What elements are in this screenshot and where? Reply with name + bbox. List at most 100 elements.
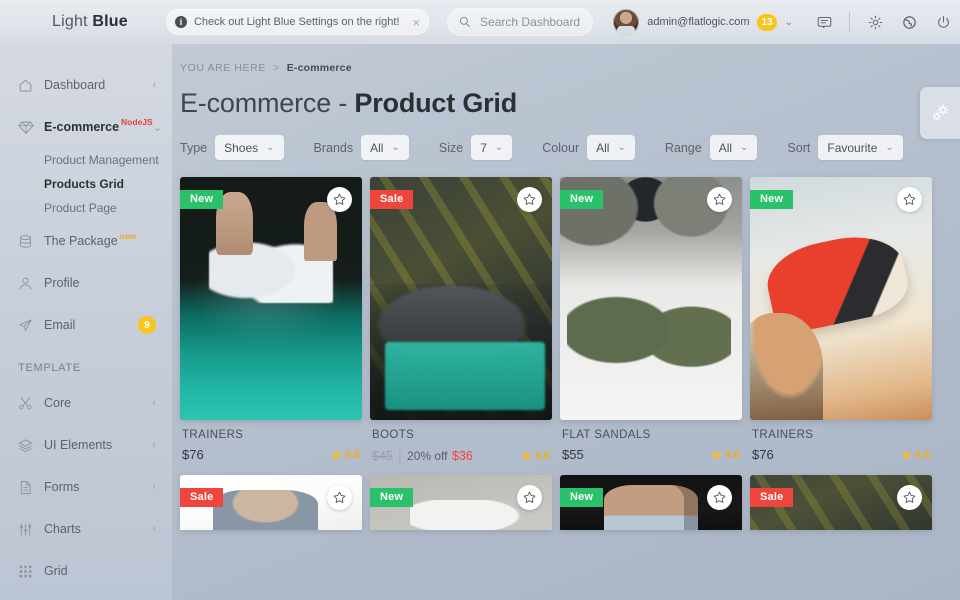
product-card[interactable]: Sale BOOTS $45 | 20% off $36 ★ 4.6 (370, 177, 552, 465)
product-card[interactable]: New TRAINERS $76 ★ 4.6 (180, 177, 362, 465)
settings-panel-toggle[interactable] (920, 87, 960, 139)
favourite-button[interactable] (327, 187, 352, 212)
chevron-left-icon: ‹ (152, 439, 156, 451)
filter-label: Brands (313, 140, 354, 155)
filter-value: All (596, 140, 610, 155)
sidebar: Dashboard ‹ E-commerce NodeJS ⌄ Product … (0, 44, 172, 600)
product-card[interactable]: Sale (750, 475, 932, 530)
breadcrumb-prefix: YOU ARE HERE (180, 62, 266, 74)
favourite-button[interactable] (517, 187, 542, 212)
page-title-bold: Product Grid (354, 88, 518, 118)
info-icon: i (174, 16, 187, 28)
breadcrumb-current[interactable]: E-commerce (287, 62, 352, 74)
chevron-down-icon: ⌄ (617, 142, 626, 153)
search-box[interactable] (447, 8, 594, 36)
sidebar-item-label: Profile (44, 276, 80, 290)
filter-colour-select[interactable]: All ⌄ (587, 135, 635, 160)
product-price-row: $55 ★ 4.6 (562, 447, 740, 462)
chart-icon (18, 522, 44, 537)
sidebar-item-forms[interactable]: Forms ‹ (0, 466, 172, 508)
search-input[interactable] (480, 15, 582, 29)
file-icon (18, 480, 44, 495)
product-photo (180, 177, 362, 420)
page-title: E-commerce - Product Grid (180, 88, 938, 119)
favourite-button[interactable] (707, 187, 732, 212)
power-icon[interactable] (926, 5, 960, 39)
rating-value: 4.6 (344, 448, 360, 461)
filter-brands: Brands All ⌄ (314, 135, 409, 160)
filter-brands-select[interactable]: All ⌄ (361, 135, 409, 160)
product-image[interactable]: New (750, 177, 932, 420)
rating-value: 4.6 (534, 450, 550, 462)
home-icon (18, 78, 44, 93)
filter-size-select[interactable]: 7 ⌄ (471, 135, 513, 160)
product-image[interactable]: New (560, 177, 742, 420)
sidebar-subitem-product-management[interactable]: Product Management (0, 148, 172, 172)
sidebar-item-profile[interactable]: Profile (0, 262, 172, 304)
grid-icon (18, 564, 44, 579)
favourite-button[interactable] (707, 485, 732, 510)
rating-value: 4.6 (914, 448, 930, 461)
sidebar-item-the-package[interactable]: The Package new (0, 220, 172, 262)
product-image[interactable]: New (180, 177, 362, 420)
favourite-button[interactable] (517, 485, 542, 510)
chevron-down-icon: ⌄ (494, 142, 504, 153)
sidebar-item-core[interactable]: Core ‹ (0, 382, 172, 424)
sidebar-item-ecommerce[interactable]: E-commerce NodeJS ⌄ (0, 106, 172, 148)
settings-notice-pill[interactable]: i Check out Light Blue Settings on the r… (165, 9, 430, 35)
product-meta: TRAINERS $76 ★ 4.6 (180, 420, 362, 462)
product-card[interactable]: Sale (180, 475, 362, 530)
filter-label: Size (438, 140, 464, 155)
gear-icon[interactable] (858, 5, 892, 39)
user-menu[interactable]: admin@flatlogic.com 13 ⌄ (613, 9, 793, 35)
close-icon[interactable]: × (412, 16, 420, 29)
product-card[interactable]: New (370, 475, 552, 530)
globe-icon[interactable] (892, 5, 926, 39)
filter-label: Type (180, 140, 208, 155)
favourite-button[interactable] (897, 187, 922, 212)
favourite-button[interactable] (327, 485, 352, 510)
product-meta: BOOTS $45 | 20% off $36 ★ 4.6 (370, 420, 552, 465)
chevron-left-icon: ‹ (152, 481, 156, 493)
sidebar-item-dashboard[interactable]: Dashboard ‹ (0, 64, 172, 106)
filter-range-select[interactable]: All ⌄ (709, 135, 758, 160)
star-icon (523, 491, 536, 503)
sidebar-item-label: Email (44, 318, 76, 332)
sidebar-item-ui-elements[interactable]: UI Elements ‹ (0, 424, 172, 466)
product-name: TRAINERS (182, 429, 244, 441)
product-name: TRAINERS (752, 429, 814, 441)
product-name: FLAT SANDALS (562, 429, 651, 441)
product-image[interactable]: Sale (750, 475, 932, 530)
app-window: Light Blue i Check out Light Blue Settin… (0, 0, 960, 600)
product-image[interactable]: New (560, 475, 742, 530)
product-card[interactable]: New FLAT SANDALS $55 ★ 4.6 (560, 177, 742, 465)
product-price: $76 (752, 447, 774, 462)
product-image[interactable]: New (370, 475, 552, 530)
sidebar-item-charts[interactable]: Charts ‹ (0, 508, 172, 550)
sidebar-subitem-product-page[interactable]: Product Page (0, 196, 172, 220)
filter-sort-select[interactable]: Favourite ⌄ (818, 135, 903, 160)
email-count-badge: 9 (138, 316, 156, 334)
product-card[interactable]: New TRAINERS $76 ★ 4.6 (750, 177, 932, 465)
product-badge: Sale (750, 488, 794, 507)
star-icon (523, 193, 536, 205)
filter-type-select[interactable]: Shoes ⌄ (215, 135, 284, 160)
favourite-button[interactable] (897, 485, 922, 510)
product-image[interactable]: Sale (180, 475, 362, 530)
product-image[interactable]: Sale (370, 177, 552, 420)
chat-icon[interactable] (807, 5, 841, 39)
brand-logo[interactable]: Light Blue (0, 13, 146, 31)
product-grid: New TRAINERS $76 ★ 4.6 Sale BOOTS $45 | … (180, 177, 938, 530)
product-card[interactable]: New (560, 475, 742, 530)
sidebar-subitem-products-grid[interactable]: Products Grid (0, 172, 172, 196)
sidebar-item-grid[interactable]: Grid (0, 550, 172, 592)
send-icon (18, 318, 44, 333)
product-rating: ★ 4.6 (901, 449, 930, 461)
sidebar-subitem-label: Product Page (44, 201, 117, 215)
sidebar-subitem-label: Products Grid (44, 177, 125, 191)
product-photo (370, 177, 552, 420)
product-badge: Sale (370, 190, 414, 209)
price-divider: | (397, 447, 403, 464)
product-rating: ★ 4.6 (521, 450, 550, 462)
sidebar-item-email[interactable]: Email 9 (0, 304, 172, 346)
